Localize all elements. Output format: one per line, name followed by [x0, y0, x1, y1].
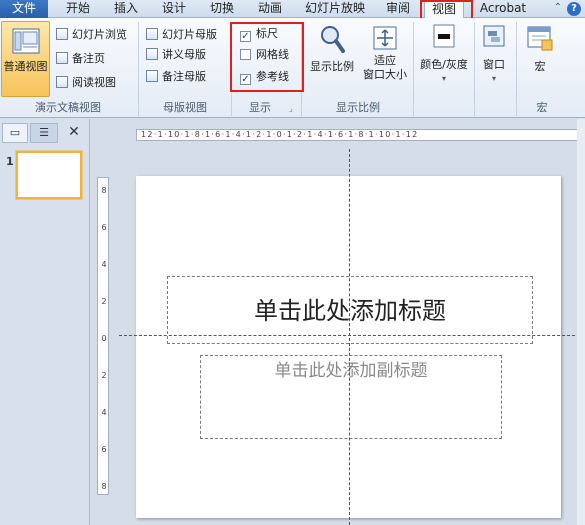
- vertical-ruler-tick: 8: [101, 482, 107, 491]
- slide-editing-area: 12·1·10·1·8·1·6·1·4·1·2·1·0·1·2·1·4·1·6·…: [91, 119, 585, 525]
- slides-pane: ▭ ☰ ✕ 1: [0, 119, 90, 525]
- magnifier-icon: [321, 26, 345, 53]
- normal-view-button[interactable]: 普通视图: [1, 21, 50, 97]
- horizontal-guide[interactable]: [119, 335, 585, 336]
- fit-window-icon: [373, 26, 397, 50]
- presentation-views-group-label: 演示文稿视图: [35, 101, 101, 114]
- tab-acrobat[interactable]: Acrobat: [474, 0, 532, 18]
- normal-view-label: 普通视图: [3, 60, 48, 73]
- separator: [516, 22, 517, 116]
- minimize-ribbon-icon[interactable]: ⌃: [554, 2, 562, 13]
- tab-file[interactable]: 文件: [0, 0, 48, 18]
- reading-view-icon: [56, 76, 68, 88]
- tab-review[interactable]: 审阅: [378, 0, 418, 18]
- vertical-ruler-tick: 6: [101, 223, 107, 232]
- horizontal-ruler-ticks: 12·1·10·1·8·1·6·1·4·1·2·1·0·1·2·1·4·1·6·…: [141, 130, 419, 139]
- help-icon[interactable]: ?: [567, 2, 581, 16]
- tab-outline[interactable]: ☰: [30, 123, 58, 143]
- notes-page-icon: [56, 52, 68, 64]
- slide-master-label: 幻灯片母版: [162, 28, 217, 41]
- dialog-launcher-icon[interactable]: ⌟: [289, 104, 293, 113]
- macros-group-label: 宏: [536, 101, 548, 114]
- slide-thumbnail[interactable]: [16, 151, 82, 199]
- horizontal-ruler: 12·1·10·1·8·1·6·1·4·1·2·1·0·1·2·1·4·1·6·…: [136, 129, 578, 141]
- tab-slideshow[interactable]: 幻灯片放映: [300, 0, 370, 18]
- tab-home[interactable]: 开始: [58, 0, 98, 18]
- notes-master-label: 备注母版: [162, 70, 206, 83]
- pane-tabs: ▭ ☰ ✕: [0, 123, 89, 143]
- zoom-button[interactable]: 显示比例: [306, 24, 358, 74]
- vertical-ruler-tick: 4: [101, 260, 107, 269]
- notes-master-button[interactable]: 备注母版: [146, 68, 206, 86]
- reading-view-button[interactable]: 阅读视图: [56, 74, 116, 92]
- tab-design[interactable]: 设计: [154, 0, 194, 18]
- show-group-label: 显示: [249, 101, 271, 114]
- macros-button[interactable]: 宏: [520, 24, 560, 74]
- chevron-down-icon: ▾: [441, 74, 446, 83]
- vertical-scrollbar[interactable]: [577, 119, 585, 525]
- color-grayscale-label: 颜色/灰度: [420, 58, 468, 71]
- vertical-guide[interactable]: [349, 149, 350, 525]
- subtitle-placeholder[interactable]: 单击此处添加副标题: [200, 355, 502, 439]
- fit-to-window-button[interactable]: 适应 窗口大小: [360, 24, 410, 82]
- separator: [413, 22, 414, 116]
- tab-animations[interactable]: 动画: [250, 0, 290, 18]
- fit-to-window-label: 适应 窗口大小: [363, 54, 407, 81]
- vertical-ruler-tick: 0: [101, 334, 107, 343]
- separator: [474, 22, 475, 116]
- normal-view-icon: [12, 28, 39, 54]
- notes-master-icon: [146, 70, 158, 82]
- vertical-ruler-tick: 8: [101, 186, 107, 195]
- slide-number: 1: [6, 155, 14, 168]
- color-grayscale-icon: [433, 24, 455, 48]
- zoom-group-label: 显示比例: [336, 101, 380, 114]
- notes-page-button[interactable]: 备注页: [56, 50, 105, 68]
- window-label: 窗口: [483, 58, 505, 71]
- slide-sorter-icon: [56, 28, 68, 40]
- notes-page-label: 备注页: [72, 52, 105, 65]
- show-group-highlight: [230, 22, 304, 92]
- title-placeholder[interactable]: 单击此处添加标题: [167, 276, 533, 344]
- tab-transitions[interactable]: 切换: [202, 0, 242, 18]
- close-pane-icon[interactable]: ✕: [62, 123, 86, 143]
- vertical-ruler-tick: 4: [101, 408, 107, 417]
- vertical-ruler-tick: 2: [101, 371, 107, 380]
- handout-master-button[interactable]: 讲义母版: [146, 46, 206, 64]
- reading-view-label: 阅读视图: [72, 76, 116, 89]
- slide-sorter-button[interactable]: 幻灯片浏览: [56, 26, 127, 44]
- vertical-ruler: 8 6 4 2 0 2 4 6 8: [97, 177, 109, 495]
- vertical-ruler-tick: 2: [101, 297, 107, 306]
- macros-label: 宏: [534, 60, 546, 73]
- separator: [138, 22, 139, 116]
- handout-master-icon: [146, 48, 158, 60]
- slide-master-icon: [146, 28, 158, 40]
- master-views-group-label: 母版视图: [163, 101, 207, 114]
- zoom-label: 显示比例: [310, 60, 354, 73]
- ribbon-tab-bar: 文件 开始 插入 设计 切换 动画 幻灯片放映 审阅 视图 Acrobat ⌃ …: [0, 0, 585, 19]
- tab-slides[interactable]: ▭: [2, 123, 28, 143]
- slide-master-button[interactable]: 幻灯片母版: [146, 26, 217, 44]
- vertical-ruler-tick: 6: [101, 445, 107, 454]
- window-button[interactable]: 窗口 ▾: [478, 24, 510, 83]
- handout-master-label: 讲义母版: [162, 48, 206, 61]
- subtitle-placeholder-text: 单击此处添加副标题: [274, 361, 428, 381]
- slide-sorter-label: 幻灯片浏览: [72, 28, 127, 41]
- macro-icon: [527, 26, 553, 51]
- color-grayscale-button[interactable]: 颜色/灰度 ▾: [416, 24, 472, 83]
- tab-insert[interactable]: 插入: [106, 0, 146, 18]
- window-icon: [483, 25, 505, 47]
- chevron-down-icon: ▾: [491, 74, 496, 83]
